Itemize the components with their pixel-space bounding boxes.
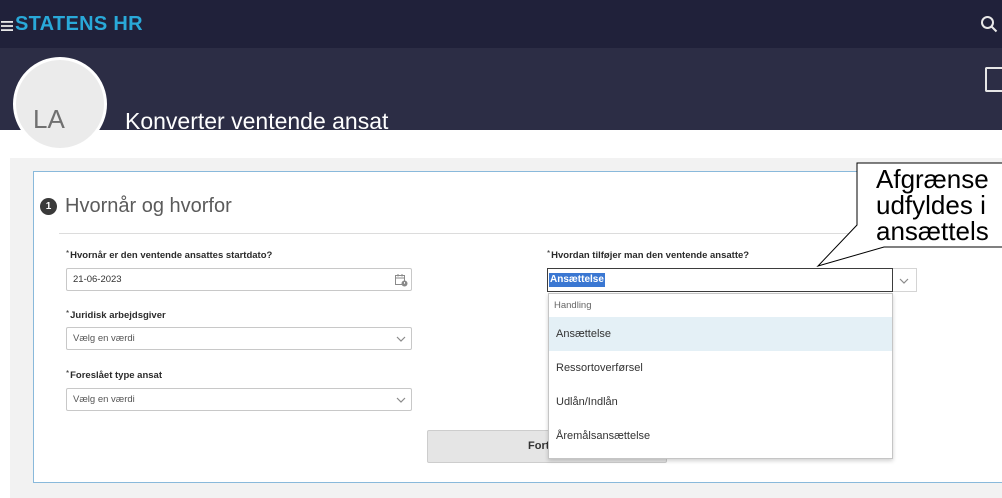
dropdown-option-ansaettelse[interactable]: Ansættelse [549, 317, 892, 351]
start-date-label: *Hvornår er den ventende ansattes startd… [66, 249, 273, 262]
legal-employer-select[interactable]: Vælg en værdi [66, 327, 412, 350]
proposed-type-label: *Foreslået type ansat [66, 369, 162, 382]
callout-text: Afgrænse udfyldes i ansættels [876, 166, 1002, 250]
required-mark: * [66, 369, 70, 378]
step-number-badge: 1 [40, 198, 57, 215]
add-method-dropdown-toggle[interactable] [893, 268, 917, 292]
page-title: Konverter ventende ansat [125, 108, 389, 134]
dropdown-options: Ansættelse Ressortoverførsel Udlån/Indlå… [549, 317, 892, 453]
callout-line: ansættels [876, 216, 989, 246]
proposed-type-placeholder: Vælg en værdi [73, 394, 135, 405]
dropdown-option-udlaan-indlaan[interactable]: Udlån/Indlån [549, 385, 892, 419]
start-date-value: 21-06-2023 [73, 274, 122, 285]
add-method-selected-value[interactable]: Ansættelse [549, 273, 605, 287]
hamburger-icon [1, 21, 13, 31]
legal-employer-label: *Juridisk arbejdsgiver [66, 309, 166, 322]
chevron-down-icon [899, 278, 909, 284]
search-icon [981, 16, 998, 33]
avatar: LA [13, 57, 107, 151]
add-method-dropdown-list: Handling Ansættelse Ressortoverførsel Ud… [548, 293, 893, 459]
top-bar: STATENS HR [0, 0, 1002, 48]
required-mark: * [547, 249, 551, 258]
header-action-button[interactable] [985, 67, 1002, 92]
step-card: 1 Hvornår og hvorfor *Hvornår er den ven… [33, 171, 1002, 483]
dropdown-group-label: Handling [554, 300, 592, 311]
brand-logo[interactable]: STATENS HR [15, 12, 143, 36]
start-date-input[interactable]: 21-06-2023 [66, 268, 412, 291]
start-date-label-text: Hvornår er den ventende ansattes startda… [70, 250, 273, 261]
proposed-type-label-text: Foreslået type ansat [70, 370, 162, 381]
required-mark: * [66, 309, 70, 318]
chevron-down-icon [396, 397, 406, 403]
section-title: Hvornår og hvorfor [65, 195, 232, 217]
chevron-down-icon [396, 336, 406, 342]
proposed-type-select[interactable]: Vælg en værdi [66, 388, 412, 411]
dropdown-option-ressortoverfoersel[interactable]: Ressortoverførsel [549, 351, 892, 385]
menu-button[interactable] [1, 19, 13, 31]
required-mark: * [66, 249, 70, 258]
section-divider [59, 233, 990, 234]
add-method-select[interactable]: Ansættelse [547, 268, 893, 292]
add-method-label: *Hvordan tilføjer man den ventende ansat… [547, 249, 750, 262]
callout-line: Afgrænse [876, 166, 989, 194]
add-method-label-text: Hvordan tilføjer man den ventende ansatt… [551, 250, 750, 261]
callout-line: udfyldes i [876, 190, 986, 220]
legal-employer-label-text: Juridisk arbejdsgiver [70, 310, 166, 321]
person-header: Konverter ventende ansat Linda TEST Ande… [0, 48, 1002, 160]
search-button[interactable] [980, 15, 998, 33]
legal-employer-placeholder: Vælg en værdi [73, 333, 135, 344]
continue-button-label: Fort [528, 440, 550, 452]
dropdown-option-aaremaalsansaettelse[interactable]: Åremålsansættelse [549, 419, 892, 453]
avatar-initials: LA [33, 104, 65, 134]
calendar-icon[interactable] [395, 274, 408, 287]
